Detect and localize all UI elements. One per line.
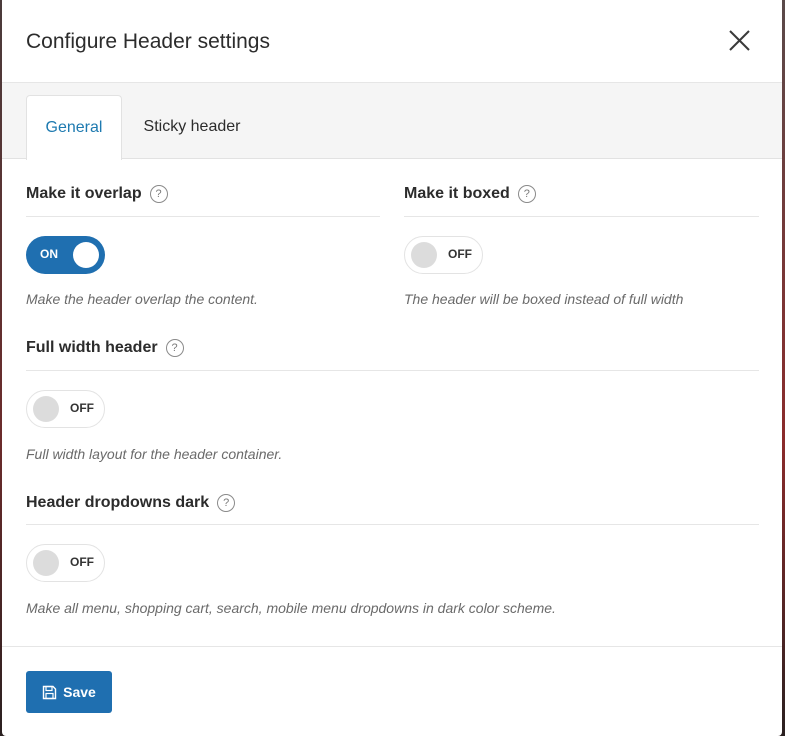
close-icon <box>729 30 750 51</box>
full-width-toggle-knob <box>33 396 59 422</box>
dropdowns-dark-divider <box>26 524 759 525</box>
header-settings-modal: Configure Header settings General Sticky… <box>2 0 782 736</box>
dropdowns-dark-field-label: Header dropdowns dark ? <box>26 493 236 513</box>
overlap-field-label: Make it overlap ? <box>26 184 168 204</box>
full-width-field-label: Full width header ? <box>26 338 184 358</box>
full-width-toggle[interactable]: OFF <box>26 390 105 428</box>
close-button[interactable] <box>724 26 754 56</box>
overlap-toggle-state: ON <box>40 247 58 261</box>
overlap-description: Make the header overlap the content. <box>26 291 258 307</box>
dropdowns-dark-toggle-state: OFF <box>70 555 94 569</box>
full-width-divider <box>26 370 759 371</box>
save-button-label: Save <box>63 684 96 700</box>
boxed-divider <box>404 216 759 217</box>
boxed-toggle-knob <box>411 242 437 268</box>
save-button[interactable]: Save <box>26 671 112 713</box>
footer-divider <box>2 646 782 647</box>
overlap-toggle-knob <box>73 242 99 268</box>
boxed-toggle-state: OFF <box>448 247 472 261</box>
help-icon[interactable]: ? <box>149 185 168 203</box>
overlap-toggle[interactable]: ON <box>26 236 105 274</box>
help-icon[interactable]: ? <box>517 185 536 203</box>
help-icon[interactable]: ? <box>165 339 184 357</box>
dropdowns-dark-description: Make all menu, shopping cart, search, mo… <box>26 600 556 616</box>
dropdowns-dark-label: Header dropdowns dark <box>26 494 210 511</box>
floppy-disk-icon <box>42 685 57 699</box>
modal-header: Configure Header settings <box>2 0 782 83</box>
boxed-field-label: Make it boxed ? <box>404 184 536 204</box>
dropdowns-dark-toggle[interactable]: OFF <box>26 544 105 582</box>
full-width-label: Full width header <box>26 339 158 356</box>
tab-sticky-header[interactable]: Sticky header <box>134 95 250 159</box>
full-width-toggle-state: OFF <box>70 401 94 415</box>
overlap-divider <box>26 216 380 217</box>
boxed-description: The header will be boxed instead of full… <box>404 291 684 307</box>
help-icon[interactable]: ? <box>217 494 236 512</box>
tab-bar: General Sticky header <box>2 83 782 160</box>
boxed-toggle[interactable]: OFF <box>404 236 483 274</box>
tab-general[interactable]: General <box>26 95 122 160</box>
full-width-description: Full width layout for the header contain… <box>26 446 283 462</box>
modal-title: Configure Header settings <box>26 30 270 53</box>
dropdowns-dark-toggle-knob <box>33 550 59 576</box>
overlap-label: Make it overlap <box>26 185 142 202</box>
boxed-label: Make it boxed <box>404 185 510 202</box>
